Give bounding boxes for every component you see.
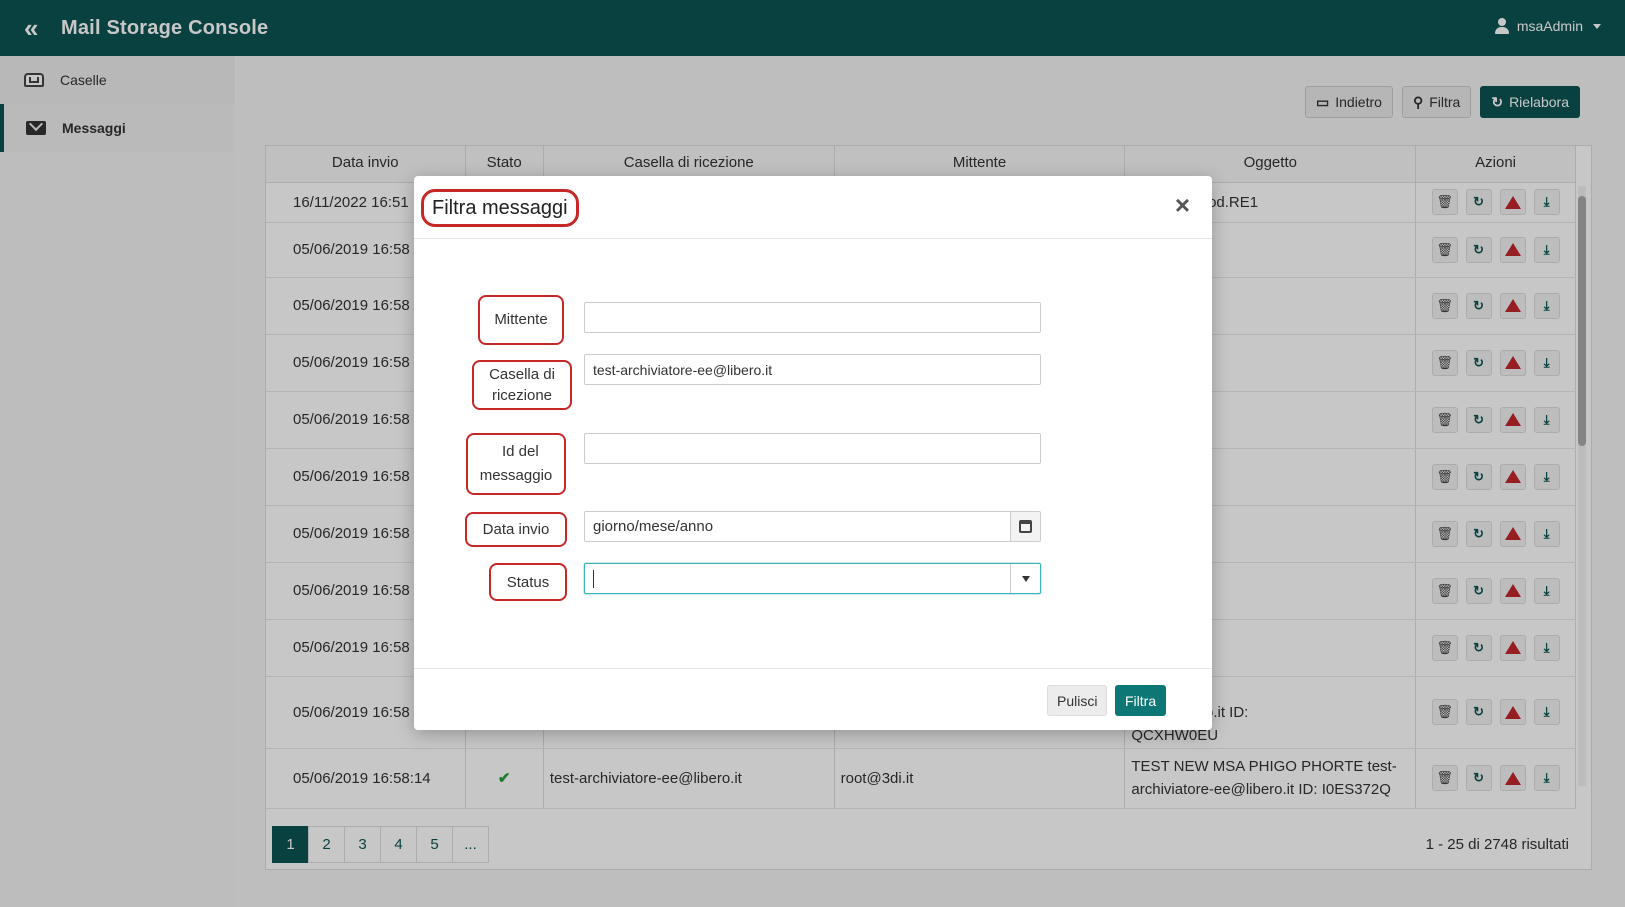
close-icon[interactable]: × bbox=[1175, 190, 1190, 221]
text-cursor bbox=[593, 569, 594, 588]
mailbox-label-line: Casella di bbox=[489, 366, 555, 383]
date-input[interactable]: giorno/mese/anno bbox=[584, 511, 1041, 542]
date-input-value: giorno/mese/anno bbox=[593, 518, 714, 535]
message-id-label-line: Id del bbox=[502, 443, 539, 460]
mailbox-input[interactable]: test-archiviatore-ee@libero.it bbox=[584, 354, 1041, 385]
sender-row: Mittente bbox=[478, 295, 564, 345]
modal-header: Filtra messaggi × bbox=[414, 176, 1212, 239]
message-id-input[interactable] bbox=[584, 433, 1041, 464]
date-label: Data invio bbox=[465, 512, 567, 547]
chevron-down-icon bbox=[1021, 575, 1030, 582]
modal-footer: Pulisci Filtra bbox=[414, 668, 1212, 730]
apply-filter-button[interactable]: Filtra bbox=[1115, 685, 1167, 716]
filter-modal: Filtra messaggi × Mittente Casella di ri… bbox=[414, 176, 1212, 730]
sender-input[interactable] bbox=[584, 302, 1041, 333]
modal-title: Filtra messaggi bbox=[421, 189, 579, 227]
message-id-label-line: messaggio bbox=[479, 467, 553, 484]
status-dropdown-button[interactable] bbox=[1010, 564, 1040, 593]
calendar-icon bbox=[1019, 520, 1032, 533]
status-label: Status bbox=[489, 563, 567, 601]
clear-button[interactable]: Pulisci bbox=[1047, 685, 1108, 716]
sender-label: Mittente bbox=[478, 295, 564, 345]
calendar-button[interactable] bbox=[1010, 512, 1040, 541]
mailbox-label: Casella di ricezione bbox=[472, 360, 572, 410]
message-id-label: Id del messaggio bbox=[466, 433, 566, 495]
status-select[interactable] bbox=[584, 563, 1041, 594]
mailbox-label-line: ricezione bbox=[491, 387, 553, 404]
